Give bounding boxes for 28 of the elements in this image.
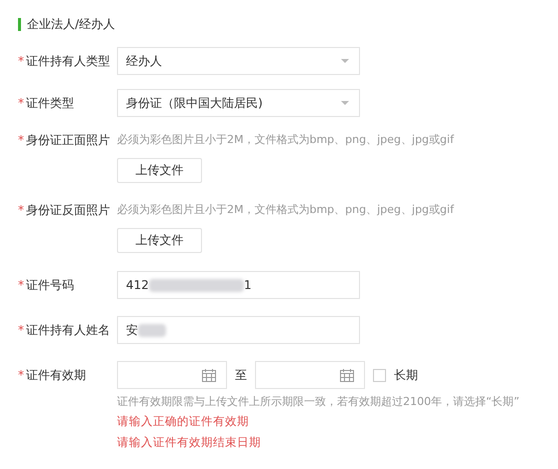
checkbox[interactable] (373, 368, 386, 382)
field-label: * 证件类型 (18, 94, 75, 112)
section-title: 企业法人/经办人 (27, 16, 116, 33)
input-field[interactable]: 安 (117, 316, 360, 344)
field-label: * 身份证反面照片 (18, 202, 111, 219)
field-label: * 证件持有人姓名 (18, 322, 111, 339)
field-label: * 身份证正面照片 (18, 132, 111, 149)
upload-button[interactable]: 上传文件 (117, 158, 202, 183)
hint-text: 必须为彩色图片且小于2M，文件格式为bmp、png、jpeg、jpg或gif (117, 132, 454, 148)
error-message: 请输入正确的证件有效期 (117, 413, 249, 430)
error-message: 请输入证件有效期结束日期 (117, 434, 261, 451)
upload-button[interactable]: 上传文件 (117, 228, 202, 253)
hint-text: 证件有效期限需与上传文件上所示期限一致，若有效期超过2100年，请选择“长期” (117, 394, 520, 410)
date-field[interactable] (117, 361, 227, 389)
calendar-icon[interactable] (340, 368, 354, 382)
field-label: * 证件有效期 (18, 366, 87, 384)
field-label: * 证件持有人类型 (18, 52, 111, 70)
input-field[interactable]: 412 1 (117, 271, 360, 299)
caret-icon (341, 59, 349, 63)
date-field[interactable] (255, 361, 365, 389)
caret-icon (341, 101, 349, 105)
checkbox-label: 长期 (394, 366, 418, 384)
calendar-icon[interactable] (202, 368, 216, 382)
field-label: * 证件号码 (18, 276, 75, 294)
hint-text: 必须为彩色图片且小于2M，文件格式为bmp、png、jpeg、jpg或gif (117, 202, 454, 218)
separator-text: 至 (235, 366, 247, 384)
select-field[interactable]: 经办人 (117, 47, 360, 75)
select-field[interactable]: 身份证（限中国大陆居民) (117, 89, 360, 117)
